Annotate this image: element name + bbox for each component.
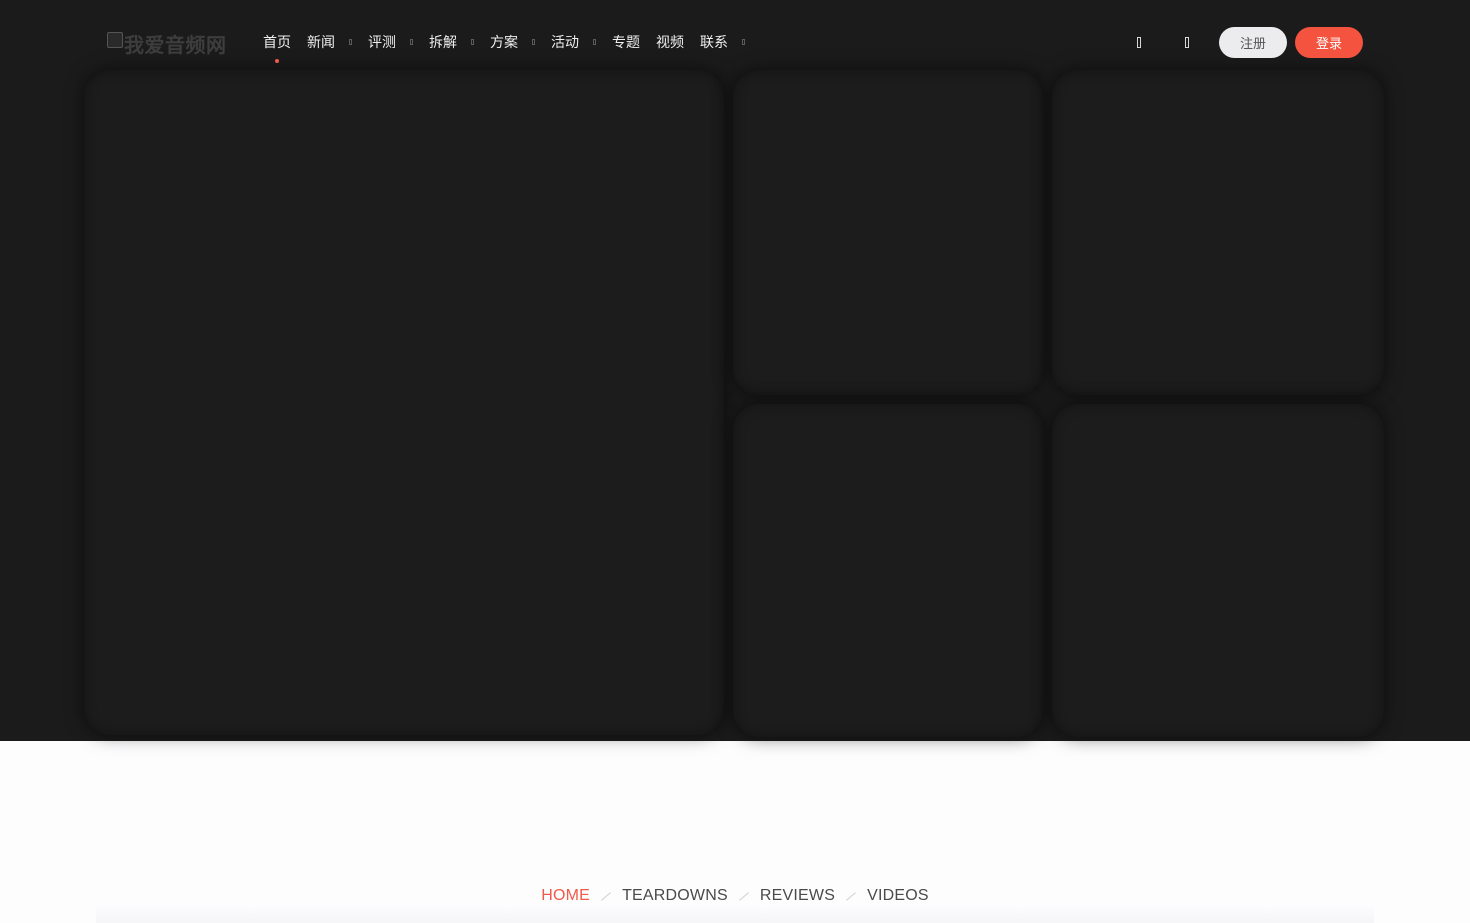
nav-item-label: 方案 — [490, 35, 518, 51]
tab-separator — [601, 891, 611, 901]
tab-separator — [846, 891, 856, 901]
login-button[interactable]: 登录 — [1294, 26, 1363, 58]
main-nav: 首页 新闻 评测 拆解 方案 活动 专题 视频 联系 — [263, 30, 761, 63]
nav-item-label: 活动 — [551, 35, 579, 51]
featured-card-main[interactable] — [84, 70, 724, 735]
tab-home[interactable]: HOME — [541, 887, 590, 905]
nav-item-teardowns[interactable]: 拆解 — [429, 32, 474, 52]
top-navbar: 我爱音频网 首页 新闻 评测 拆解 方案 活动 专题 视频 联系 注册 登录 — [0, 0, 1470, 84]
content-preview-shadow — [96, 905, 1374, 923]
chevron-down-icon — [532, 39, 535, 45]
tab-reviews[interactable]: REVIEWS — [760, 887, 835, 905]
nav-item-news[interactable]: 新闻 — [307, 32, 352, 52]
search-icon[interactable] — [1131, 34, 1147, 50]
logo-alt-text: 我爱音频网 — [124, 32, 227, 57]
broken-image-icon — [107, 32, 123, 48]
hero-section: 我爱音频网 首页 新闻 评测 拆解 方案 活动 专题 视频 联系 注册 登录 — [0, 0, 1470, 741]
header-tools: 注册 登录 — [1131, 26, 1363, 58]
register-button[interactable]: 注册 — [1218, 26, 1287, 58]
nav-item-label: 评测 — [368, 35, 396, 51]
tab-teardowns[interactable]: TEARDOWNS — [622, 887, 728, 905]
nav-item-label: 新闻 — [307, 35, 335, 51]
site-logo[interactable]: 我爱音频网 — [107, 29, 227, 57]
user-icon[interactable] — [1179, 34, 1195, 50]
nav-item-contact[interactable]: 联系 — [700, 32, 745, 52]
nav-item-home[interactable]: 首页 — [263, 32, 291, 63]
nav-item-label: 专题 — [612, 35, 640, 51]
nav-item-label: 视频 — [656, 35, 684, 51]
featured-card[interactable] — [1052, 70, 1384, 395]
tab-separator — [738, 891, 749, 901]
nav-item-solutions[interactable]: 方案 — [490, 32, 535, 52]
featured-card[interactable] — [1052, 404, 1384, 737]
chevron-down-icon — [742, 39, 745, 45]
nav-item-events[interactable]: 活动 — [551, 32, 596, 52]
nav-item-label: 联系 — [700, 35, 728, 51]
featured-card[interactable] — [733, 70, 1043, 395]
nav-item-reviews[interactable]: 评测 — [368, 32, 413, 52]
featured-card[interactable] — [733, 404, 1043, 737]
chevron-down-icon — [471, 39, 474, 45]
chevron-down-icon — [410, 39, 413, 45]
nav-item-videos[interactable]: 视频 — [656, 32, 684, 52]
chevron-down-icon — [349, 39, 352, 45]
nav-item-label: 首页 — [263, 35, 291, 51]
nav-item-label: 拆解 — [429, 35, 457, 51]
chevron-down-icon — [593, 39, 596, 45]
tab-videos[interactable]: VIDEOS — [867, 887, 929, 905]
nav-item-topics[interactable]: 专题 — [612, 32, 640, 52]
